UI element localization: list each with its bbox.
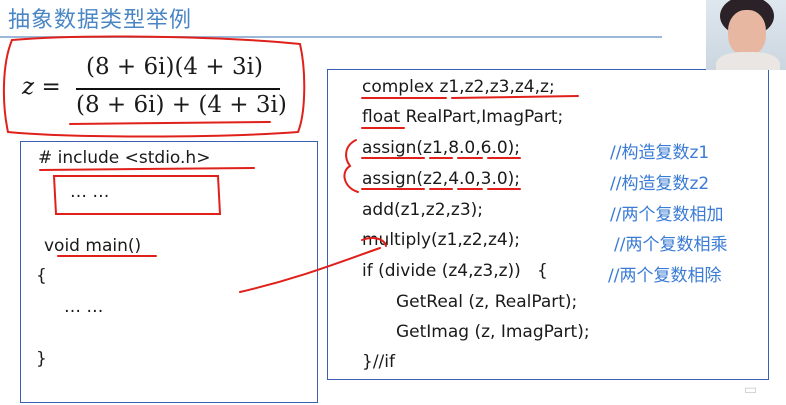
handwritten-annotations bbox=[2, 35, 579, 293]
presenter-body bbox=[716, 52, 780, 70]
presenter-webcam bbox=[706, 0, 786, 70]
watermark-logo-icon: ▭ bbox=[744, 382, 758, 398]
presenter-face bbox=[728, 10, 766, 56]
